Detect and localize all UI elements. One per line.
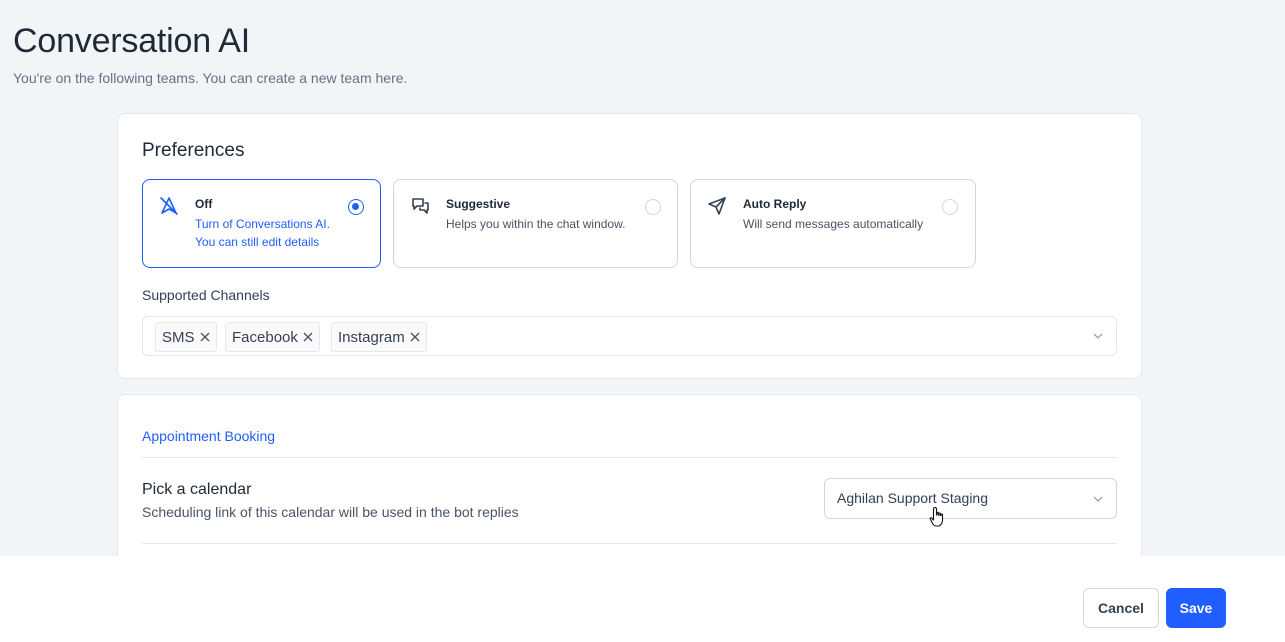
option-auto-reply-radio[interactable]	[942, 199, 958, 215]
option-suggestive-title: Suggestive	[446, 197, 511, 211]
hand-cursor-icon	[929, 506, 944, 527]
divider	[142, 457, 1117, 458]
save-button[interactable]: Save	[1166, 588, 1226, 628]
option-auto-reply[interactable]: Auto Reply Will send messages automatica…	[690, 179, 976, 268]
option-off-description: Turn of Conversations AI. You can still …	[195, 217, 330, 249]
calendar-select[interactable]: Aghilan Support Staging	[824, 478, 1117, 519]
pick-calendar-title: Pick a calendar	[142, 481, 252, 498]
channel-chip-instagram: Instagram	[331, 322, 427, 352]
chat-bubbles-icon	[412, 198, 429, 214]
close-icon[interactable]	[303, 332, 313, 342]
option-suggestive-radio[interactable]	[645, 199, 661, 215]
preferences-card: Preferences Off Turn of Conversations AI…	[117, 113, 1142, 379]
no-send-icon	[160, 197, 178, 215]
page-subtitle: You're on the following teams. You can c…	[13, 70, 408, 86]
channel-chip-facebook: Facebook	[225, 322, 320, 352]
supported-channels-select[interactable]: SMS Facebook Instagram	[142, 316, 1117, 356]
option-suggestive-description: Helps you within the chat window.	[446, 217, 626, 231]
preferences-title: Preferences	[142, 140, 245, 161]
cancel-button[interactable]: Cancel	[1083, 588, 1159, 628]
chevron-down-icon	[1093, 333, 1103, 339]
divider	[142, 543, 1117, 544]
pick-calendar-description: Scheduling link of this calendar will be…	[142, 504, 519, 520]
channel-chip-label: Facebook	[232, 328, 298, 346]
channel-chip-label: SMS	[162, 328, 195, 346]
close-icon[interactable]	[200, 332, 210, 342]
supported-channels-label: Supported Channels	[142, 287, 270, 303]
chevron-down-icon	[1093, 496, 1103, 502]
close-icon[interactable]	[410, 332, 420, 342]
page-title: Conversation AI	[13, 22, 251, 60]
calendar-select-value: Aghilan Support Staging	[837, 490, 988, 506]
option-off[interactable]: Off Turn of Conversations AI. You can st…	[142, 179, 381, 268]
option-off-title: Off	[195, 197, 213, 211]
option-suggestive[interactable]: Suggestive Helps you within the chat win…	[393, 179, 678, 268]
channel-chip-label: Instagram	[338, 328, 405, 346]
footer-bar: Cancel Save	[0, 556, 1285, 642]
appointment-booking-link[interactable]: Appointment Booking	[142, 428, 275, 444]
option-off-radio[interactable]	[348, 199, 364, 215]
option-auto-reply-description: Will send messages automatically	[743, 217, 924, 231]
option-auto-reply-title: Auto Reply	[743, 197, 807, 211]
channel-chip-sms: SMS	[155, 322, 217, 352]
send-icon	[708, 197, 726, 215]
